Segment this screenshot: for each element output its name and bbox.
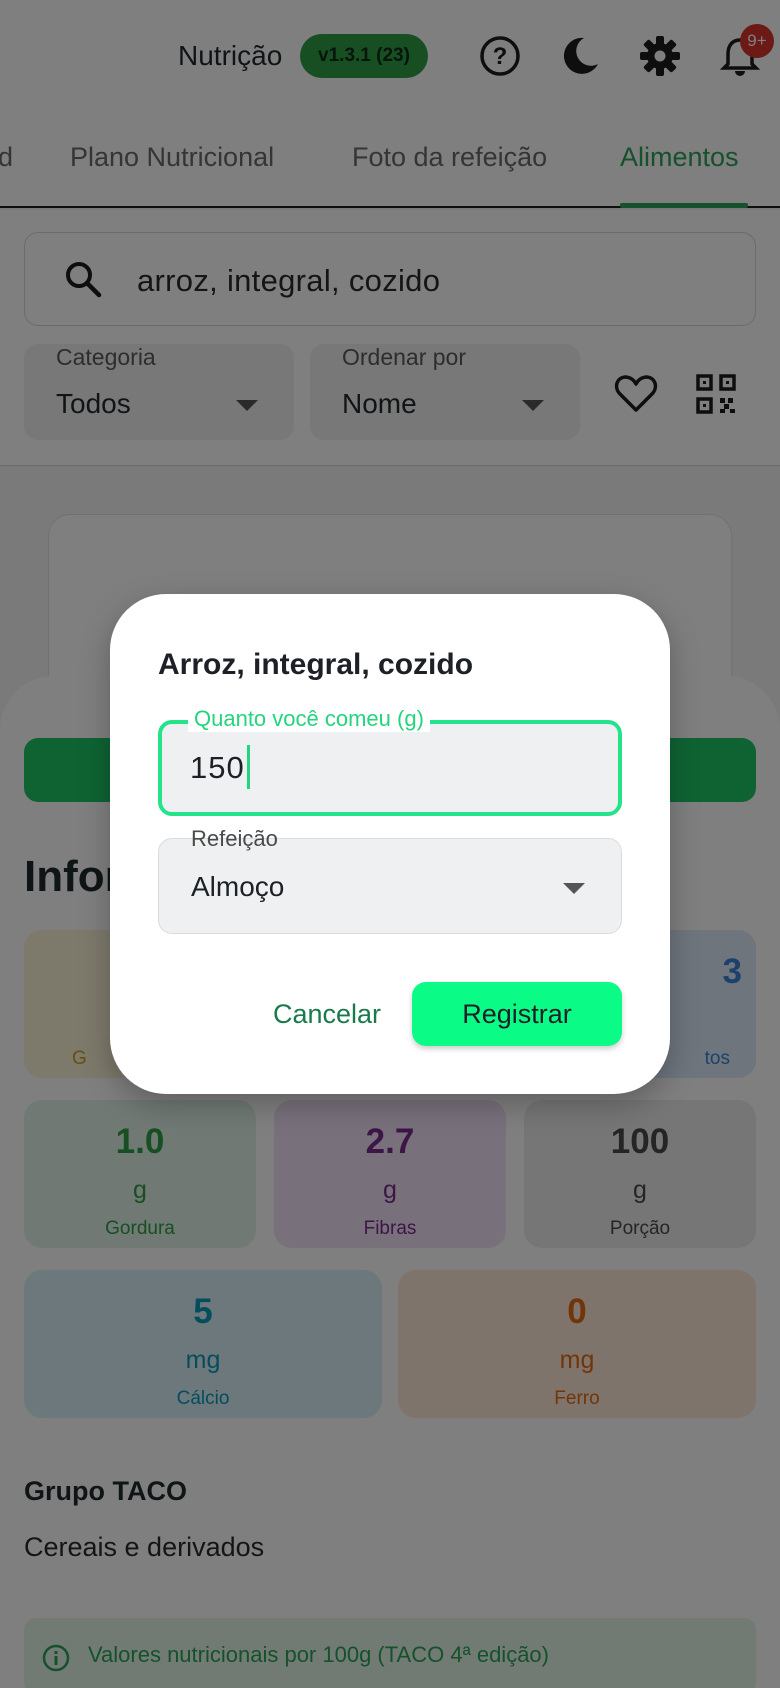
quantity-label: Quanto você comeu (g) xyxy=(188,706,430,732)
chevron-down-icon xyxy=(563,883,585,894)
dialog-title: Arroz, integral, cozido xyxy=(158,648,474,681)
log-food-dialog: Arroz, integral, cozido Quanto você come… xyxy=(110,594,670,1094)
quantity-value-wrap: 150 xyxy=(190,745,250,792)
quantity-field[interactable]: Quanto você comeu (g) 150 xyxy=(158,706,622,816)
cancel-button[interactable]: Cancelar xyxy=(252,982,402,1046)
meal-value: Almoço xyxy=(191,871,285,902)
meal-label: Refeição xyxy=(191,826,278,851)
meal-select[interactable]: Refeição Almoço xyxy=(158,826,622,934)
quantity-value: 150 xyxy=(190,750,245,786)
text-cursor xyxy=(246,745,250,789)
register-button[interactable]: Registrar xyxy=(412,982,622,1046)
